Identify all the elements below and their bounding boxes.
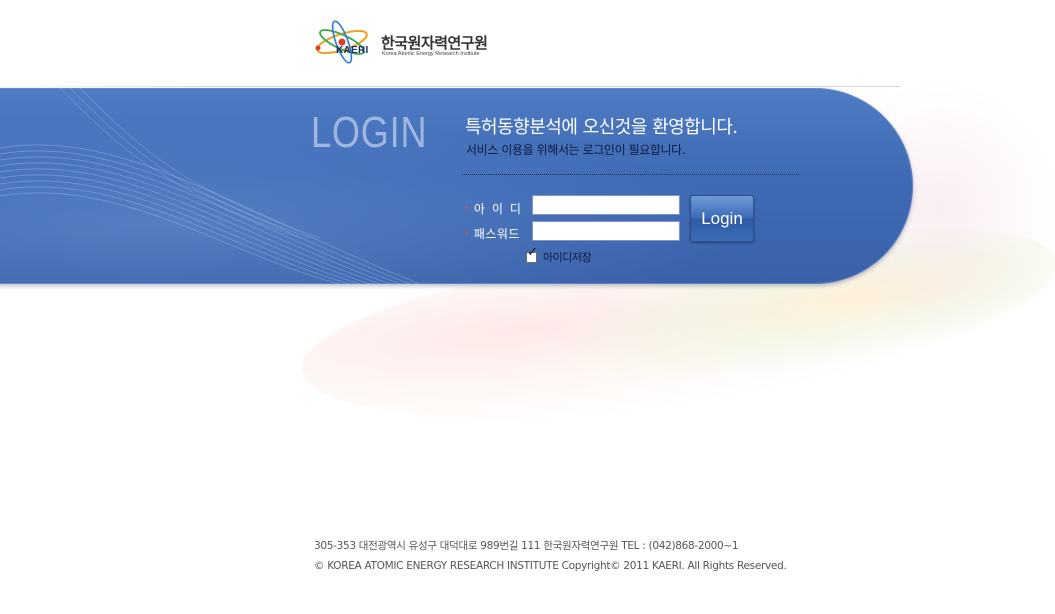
save-id-option[interactable]: ✓ 아이디저장: [526, 246, 592, 265]
login-button[interactable]: Login: [690, 195, 754, 242]
password-label: • 패스워드: [464, 225, 520, 242]
footer: 305-353 대전광역시 유성구 대덕대로 989번길 111 한국원자력연구…: [314, 536, 787, 576]
login-page: KAERI 한국원자력연구원 Korea Atomic Energy Resea…: [0, 0, 1055, 614]
login-title: LOGIN: [311, 108, 428, 157]
footer-address: 305-353 대전광역시 유성구 대덕대로 989번길 111 한국원자력연구…: [314, 540, 739, 552]
id-label-text: 아이디: [473, 202, 528, 216]
id-label: • 아이디: [464, 200, 528, 217]
login-panel: [0, 88, 913, 284]
atom-orbit-icon: [315, 20, 368, 64]
check-icon: ✓: [527, 244, 538, 260]
id-input[interactable]: [532, 195, 680, 215]
required-bullet-icon: •: [464, 204, 470, 214]
divider: [0, 86, 900, 87]
password-input[interactable]: [532, 221, 680, 241]
dotted-divider: [462, 174, 799, 175]
logo-abbreviation: KAERI: [336, 45, 369, 56]
logo-english-name: Korea Atomic Energy Research Institute: [382, 51, 480, 57]
required-bullet-icon: •: [464, 229, 470, 239]
kaeri-logo[interactable]: KAERI 한국원자력연구원 Korea Atomic Energy Resea…: [312, 14, 512, 74]
logo-korean-name: 한국원자력연구원: [381, 34, 488, 52]
save-id-label: 아이디저장: [543, 251, 592, 264]
login-required-message: 서비스 이용을 위해서는 로그인이 필요합니다.: [466, 143, 686, 157]
welcome-message: 특허동향분석에 오신것을 환영합니다.: [465, 117, 738, 138]
save-id-checkbox[interactable]: ✓: [526, 246, 538, 263]
password-label-text: 패스워드: [473, 227, 520, 241]
footer-copyright: © KOREA ATOMIC ENERGY RESEARCH INSTITUTE…: [314, 560, 787, 572]
